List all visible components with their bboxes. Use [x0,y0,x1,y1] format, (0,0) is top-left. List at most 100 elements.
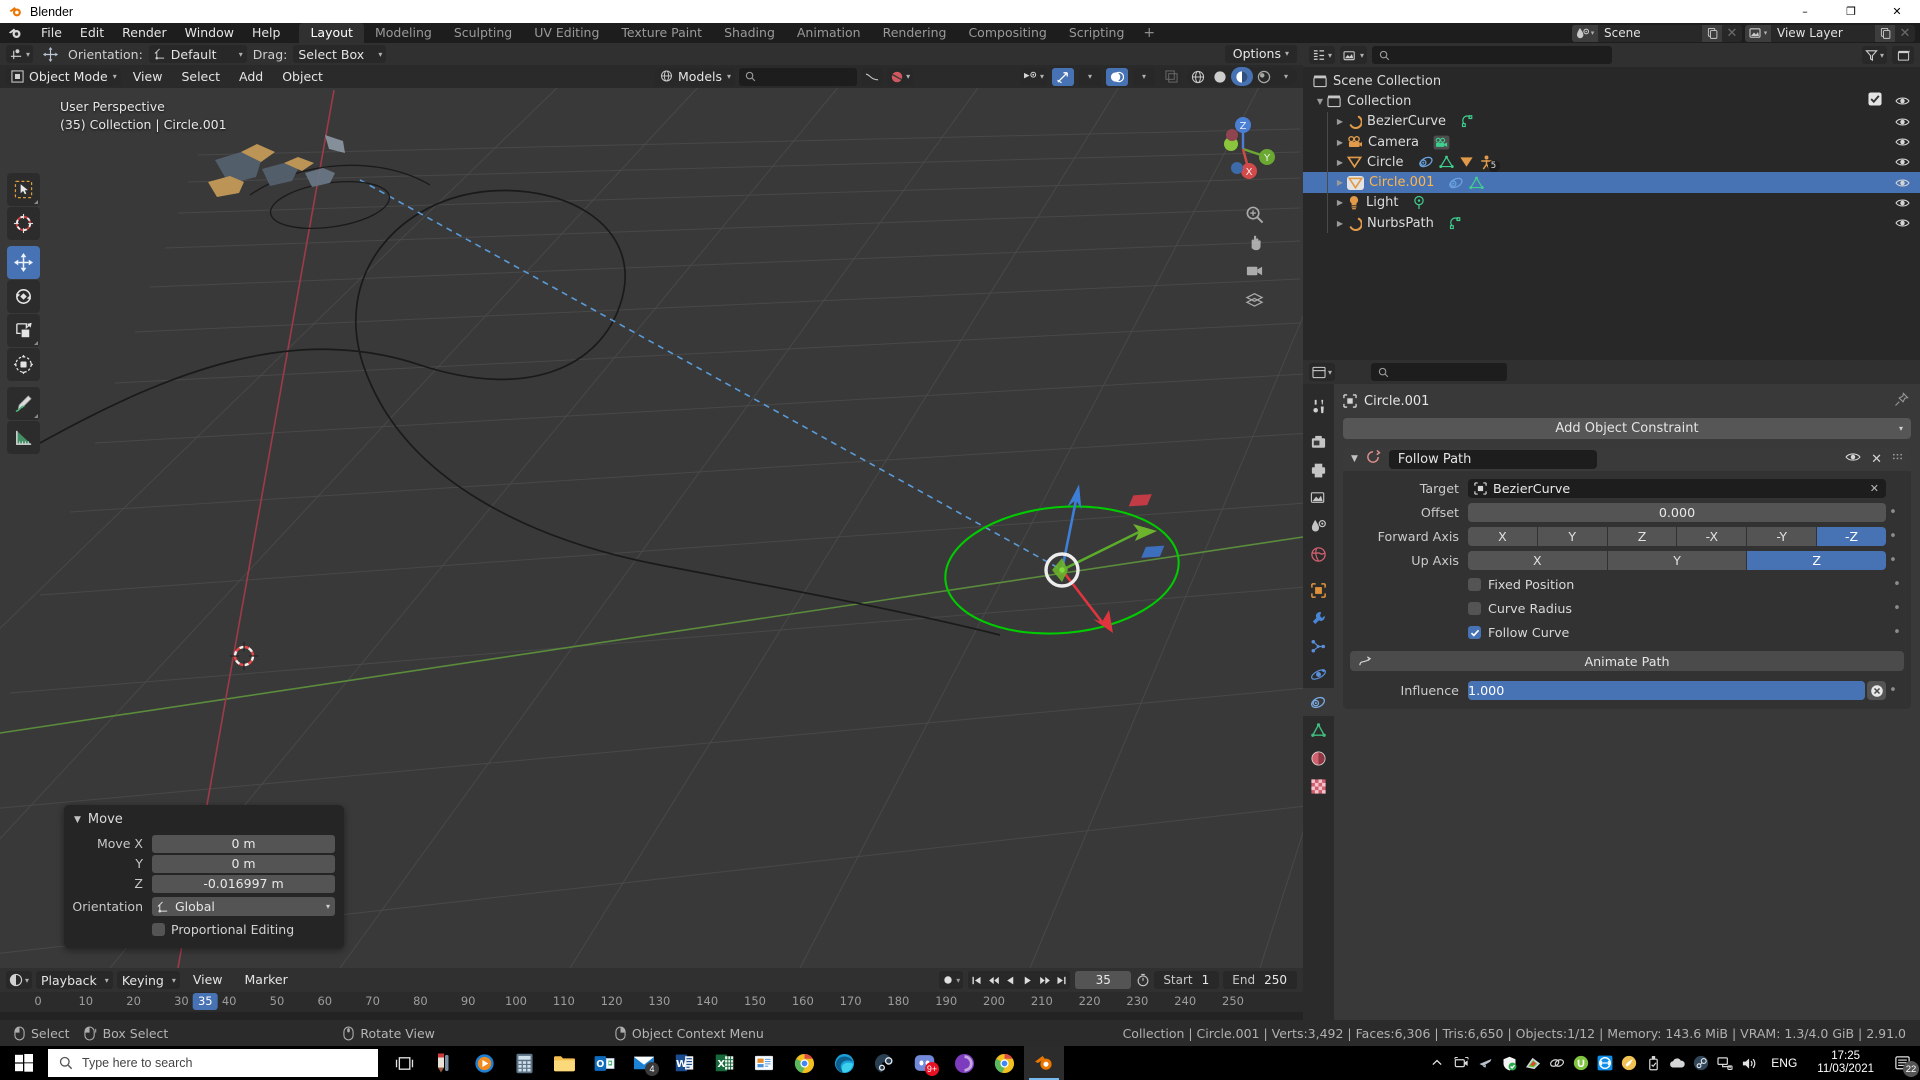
shading-options-chevron-icon[interactable]: ▾ [1275,67,1297,86]
interaction-mode-dropdown[interactable]: Object Mode ▾ [6,67,121,86]
properties-tab-constraint[interactable] [1303,688,1334,716]
outliner-row-light[interactable]: ▶ Light [1303,192,1920,214]
move-z-field[interactable]: -0.016997 m [152,874,335,893]
move-y-field[interactable]: 0 m [152,854,335,873]
editor-type-icon[interactable]: ▾ [6,971,33,989]
outliner-disclosure-icon[interactable]: ▶ [1333,117,1347,126]
file-explorer-icon[interactable] [544,1046,584,1080]
outliner-editor-type-icon[interactable]: ▾ [1309,46,1336,64]
properties-tab-modifier[interactable] [1303,604,1334,632]
tool-cursor[interactable] [7,207,40,240]
outliner-exclude-checkbox[interactable] [1868,92,1882,110]
properties-tab-object[interactable] [1303,576,1334,604]
outliner-visibility-icon[interactable] [1895,95,1910,107]
chrome-icon[interactable] [784,1046,824,1080]
viewport-search-input[interactable] [739,67,858,86]
drag-dropdown[interactable]: Select Box ▾ [293,45,387,63]
navigation-gizmo[interactable]: Z Y X [1205,111,1281,187]
modifier-icon[interactable] [1459,155,1474,169]
outliner-disclosure-icon[interactable]: ▶ [1333,219,1347,228]
brush-blend-icon[interactable]: ▾ [887,67,914,86]
constraint-enable-icon[interactable] [1845,451,1861,467]
offset-animate-dot[interactable]: • [1886,503,1900,522]
tool-tweak-select[interactable] [7,173,40,206]
excel-icon[interactable]: X [704,1046,744,1080]
forward-axis-option-X[interactable]: X [1468,527,1537,546]
workspace-tab-sculpting[interactable]: Sculpting [443,23,523,43]
workspace-tab-shading[interactable]: Shading [713,23,786,43]
paint-3d-icon[interactable] [424,1046,464,1080]
viewport-menu-object[interactable]: Object [275,68,330,86]
edge-icon[interactable] [824,1046,864,1080]
outliner-row-scene-collection[interactable]: Scene Collection [1303,71,1920,91]
add-object-constraint-button[interactable]: Add Object Constraint ▾ [1343,418,1911,439]
blender-logo-icon[interactable] [7,25,23,41]
frame-start-field[interactable]: Start 1 [1154,971,1220,989]
workspace-tab-scripting[interactable]: Scripting [1058,23,1136,43]
viewport-menu-select[interactable]: Select [174,68,227,86]
constraint-panel-header[interactable]: ▼ Follow Path ✕ [1343,447,1911,471]
forward-axis-segmented-control[interactable]: X Y Z -X -Y -Z [1468,527,1886,546]
steam-icon[interactable] [864,1046,904,1080]
outliner-row-collection[interactable]: ▼ Collection [1303,91,1920,111]
properties-tab-material[interactable] [1303,744,1334,772]
viewport-menu-view[interactable]: View [126,68,170,86]
move-x-row[interactable]: Move X 0 m [64,834,344,853]
workspace-tab-layout[interactable]: Layout [299,23,364,43]
forward-axis-option-Z[interactable]: Z [1607,527,1677,546]
taskbar-search-input[interactable]: Type here to search [48,1049,378,1077]
viewport-menu-add[interactable]: Add [232,68,270,86]
input-language-indicator[interactable]: ENG [1761,1056,1807,1070]
defender-scan-icon[interactable] [1617,1046,1641,1080]
new-view-layer-button[interactable] [1875,24,1895,42]
outliner-visibility-icon[interactable] [1895,116,1910,128]
zoom-view-icon[interactable] [1243,203,1265,225]
outliner-display-mode-dropdown[interactable]: ▾ [1340,46,1368,64]
menu-file[interactable]: File [32,24,71,42]
outliner-search-input[interactable] [1372,46,1613,64]
curve-radius-row[interactable]: Curve Radius • [1350,598,1904,619]
timeline-menu-marker[interactable]: Marker [236,971,297,989]
fixed-position-checkbox-box[interactable] [1468,578,1481,591]
playback-dropdown[interactable]: Playback ▾ [36,971,113,989]
tool-rotate[interactable] [7,280,40,313]
notifications-button[interactable]: 22 [1884,1046,1920,1080]
proportional-editing-checkbox-box[interactable] [152,923,165,936]
move-orientation-row[interactable]: Orientation Global ▾ [64,896,344,917]
timeline-track[interactable] [0,1012,1303,1020]
workspace-tab-compositing[interactable]: Compositing [957,23,1057,43]
outliner-visibility-icon[interactable] [1895,197,1910,209]
forward-axis-option-Y[interactable]: Y [1537,527,1607,546]
active-tool-icon[interactable]: ▾ [6,45,34,63]
outliner-row-camera[interactable]: ▶ Camera [1303,131,1920,153]
workspace-tab-modeling[interactable]: Modeling [364,23,443,43]
up-axis-segmented-control[interactable]: XYZ [1468,551,1887,570]
minimize-button[interactable]: – [1782,0,1828,23]
teamviewer-icon[interactable] [1593,1046,1617,1080]
move-z-row[interactable]: Z -0.016997 m [64,874,344,893]
constraint-name-field[interactable]: Follow Path [1388,449,1597,469]
scene-name-field[interactable]: Scene [1598,25,1702,42]
workspace-tab-rendering[interactable]: Rendering [872,23,958,43]
options-button[interactable]: Options ▾ [1224,45,1297,63]
previous-keyframe-button[interactable] [985,971,1002,989]
offset-field[interactable]: 0.000 [1468,503,1886,522]
move-gizmo-icon[interactable] [39,45,62,63]
show-overlays-icon[interactable] [1106,67,1128,86]
camera-data-icon[interactable] [1433,135,1450,150]
gizmo-options-chevron-icon[interactable]: ▾ [1079,67,1101,86]
timeline-menu-view[interactable]: View [184,971,232,989]
properties-tab-scene[interactable] [1303,512,1334,540]
properties-tab-data[interactable] [1303,716,1334,744]
outliner-filter-icon[interactable]: ▾ [1861,46,1887,64]
chrome-canary-icon[interactable] [984,1046,1024,1080]
curve-radius-checkbox[interactable]: Curve Radius [1468,601,1890,616]
task-view-icon[interactable] [384,1046,424,1080]
shading-solid-button[interactable] [1209,67,1231,86]
up-axis-animate-dot[interactable]: • [1886,551,1900,570]
constraint-target-row[interactable]: Target BezierCurve ✕ [1350,478,1904,499]
falloff-curve-icon[interactable] [861,67,884,86]
airplane-tray-icon[interactable] [1473,1046,1497,1080]
shading-rendered-button[interactable] [1253,67,1275,86]
outliner-disclosure-icon[interactable]: ▶ [1333,158,1347,167]
